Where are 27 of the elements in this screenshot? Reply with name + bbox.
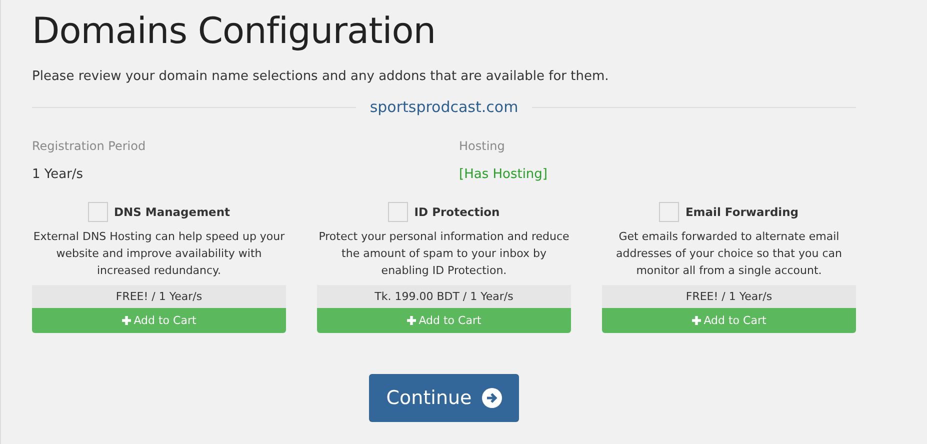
field-value: [Has Hosting] (459, 166, 548, 184)
plus-icon (406, 316, 416, 325)
checkbox[interactable] (388, 202, 408, 222)
continue-button[interactable]: Continue (369, 374, 519, 422)
field-label: Registration Period (32, 138, 147, 154)
addon-description: Get emails forwarded to alternate email addresses of your choice so that you can monitor all from a single account. (615, 229, 843, 279)
plus-icon (122, 316, 131, 325)
addon-name: ID Protection (414, 204, 500, 218)
add-to-cart-button[interactable]: Add to Cart (317, 308, 571, 333)
add-to-cart-button[interactable]: Add to Cart (602, 308, 856, 333)
field-value: 1 Year/s (32, 166, 84, 184)
addon-description: External DNS Hosting can help speed up your website and improve availability with increased redundancy. (32, 229, 286, 279)
intro-text: Please review your domain name selections and any addons that are available for them. (32, 68, 610, 86)
addon-name: Email Forwarding (685, 204, 799, 218)
checkbox[interactable] (88, 202, 108, 222)
addon-description: Protect your personal information and reduce the amount of spam to your inbox by enabling ID Protection. (318, 229, 570, 279)
add-to-cart-button[interactable]: Add to Cart (32, 308, 286, 333)
price-label: Tk. 199.00 BDT / 1 Year/s (317, 285, 571, 308)
price-label: FREE! / 1 Year/s (32, 285, 286, 308)
page-title: Domains Configuration (32, 10, 437, 54)
field-label: Hosting (459, 138, 506, 154)
plus-icon (692, 316, 701, 325)
addon-name: DNS Management (114, 204, 230, 218)
checkbox[interactable] (659, 202, 680, 222)
price-label: FREE! / 1 Year/s (602, 285, 856, 308)
domain-name: sportsprodcast.com (370, 98, 518, 116)
arrow-circle-icon (482, 388, 502, 408)
